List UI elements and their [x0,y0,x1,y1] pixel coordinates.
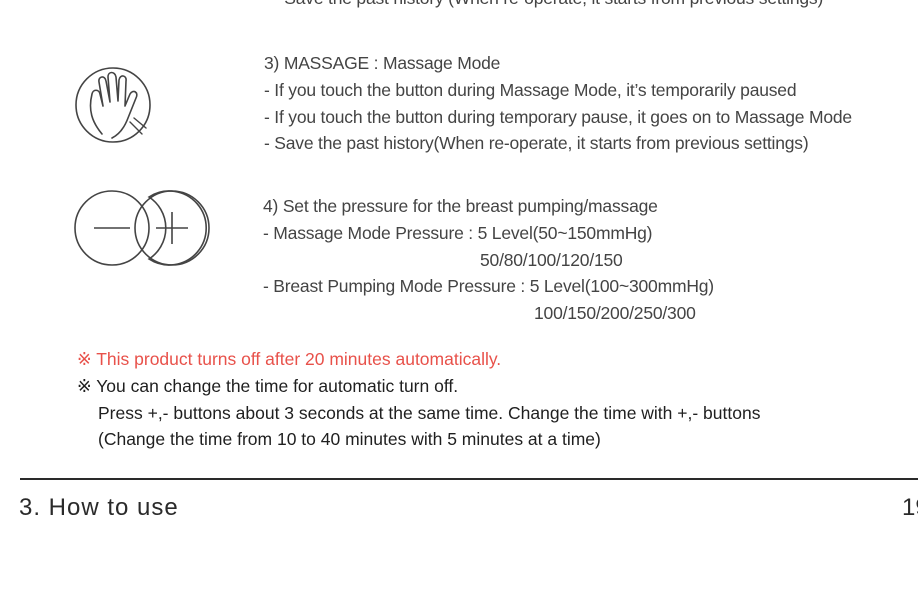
change-time-note: ※ You can change the time for automatic … [77,376,459,396]
page-number: 19 [902,494,918,521]
massage-line-1: - If you touch the button during Massage… [264,80,797,100]
previous-icon-fragment [84,0,144,4]
hand-icon [72,64,154,151]
massage-line-3: - Save the past history(When re-operate,… [264,133,809,153]
previous-section-cut-line: - Save the past history (When re-operate… [274,0,823,9]
minus-plus-icon [72,189,212,274]
massage-title: 3) MASSAGE : Massage Mode [264,53,501,73]
range-instruction: (Change the time from 10 to 40 minutes w… [98,429,601,449]
pumping-pressure-label: - Breast Pumping Mode Pressure : 5 Level… [263,276,714,296]
section-divider [20,478,918,480]
section-title: 3. How to use [19,494,179,521]
massage-pressure-values: 50/80/100/120/150 [480,250,623,270]
massage-line-2: - If you touch the button during tempora… [264,107,852,127]
press-instruction: Press +,- buttons about 3 seconds at the… [98,403,761,423]
pressure-title: 4) Set the pressure for the breast pumpi… [263,196,658,216]
pumping-pressure-values: 100/150/200/250/300 [534,303,696,323]
massage-pressure-label: - Massage Mode Pressure : 5 Level(50~150… [263,223,653,243]
auto-off-note: ※ This product turns off after 20 minute… [77,349,502,369]
